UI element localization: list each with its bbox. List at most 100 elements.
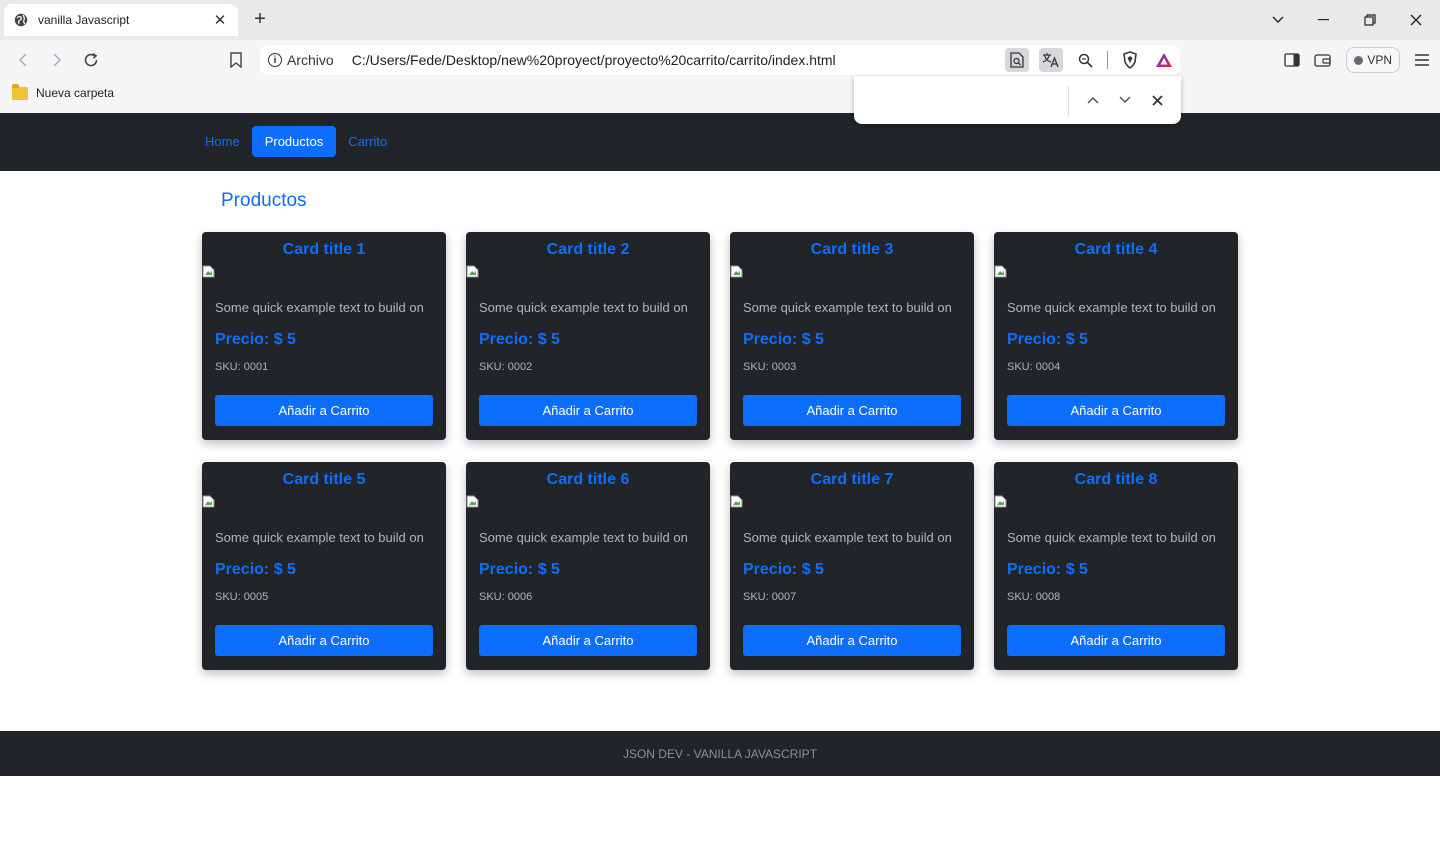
bookmark-folder[interactable]: Nueva carpeta bbox=[12, 83, 115, 100]
card-price: Precio: $ 5 bbox=[479, 331, 560, 348]
broken-image-icon bbox=[730, 265, 743, 278]
tab-strip: vanilla Javascript ✕ + bbox=[0, 0, 1440, 40]
close-icon[interactable]: ✕ bbox=[212, 11, 228, 29]
card-text: Some quick example text to build on bbox=[1007, 300, 1216, 315]
add-to-cart-button[interactable]: Añadir a Carrito bbox=[743, 625, 961, 656]
product-card: Card title 3 Some quick example text to … bbox=[730, 232, 974, 440]
bookmark-icon[interactable] bbox=[226, 50, 246, 70]
card-sku: SKU: 0006 bbox=[479, 591, 533, 603]
card-title: Card title 1 bbox=[282, 241, 366, 258]
new-tab-button[interactable]: + bbox=[250, 8, 270, 32]
product-card: Card title 1 Some quick example text to … bbox=[202, 232, 446, 440]
window-close-icon[interactable] bbox=[1404, 8, 1428, 32]
broken-image-icon bbox=[730, 495, 743, 508]
vpn-status-icon bbox=[1354, 55, 1364, 65]
add-to-cart-button[interactable]: Añadir a Carrito bbox=[215, 625, 433, 656]
card-text: Some quick example text to build on bbox=[743, 300, 952, 315]
card-text: Some quick example text to build on bbox=[479, 530, 688, 545]
add-to-cart-button[interactable]: Añadir a Carrito bbox=[479, 625, 697, 656]
card-price: Precio: $ 5 bbox=[215, 331, 296, 348]
card-text: Some quick example text to build on bbox=[743, 530, 952, 545]
site-footer: JSON DEV - VANILLA JAVASCRIPT bbox=[0, 731, 1440, 776]
find-close-icon[interactable] bbox=[1145, 88, 1169, 112]
card-sku: SKU: 0001 bbox=[215, 361, 269, 373]
globe-icon bbox=[14, 13, 28, 27]
card-text: Some quick example text to build on bbox=[215, 300, 424, 315]
bookmarks-bar: Nueva carpeta bbox=[0, 80, 1440, 113]
sidebar-icon[interactable] bbox=[1284, 53, 1300, 67]
card-price: Precio: $ 5 bbox=[743, 561, 824, 578]
browser-toolbar: i Archivo C:/Users/Fede/Desktop/new%20pr… bbox=[0, 40, 1440, 80]
card-price: Precio: $ 5 bbox=[1007, 331, 1088, 348]
add-to-cart-button[interactable]: Añadir a Carrito bbox=[1007, 625, 1225, 656]
product-card: Card title 5 Some quick example text to … bbox=[202, 462, 446, 670]
card-sku: SKU: 0004 bbox=[1007, 361, 1061, 373]
url-text[interactable]: C:/Users/Fede/Desktop/new%20proyect/proy… bbox=[352, 52, 836, 68]
find-input[interactable] bbox=[864, 86, 1064, 114]
product-card: Card title 2 Some quick example text to … bbox=[466, 232, 710, 440]
chevron-up-icon[interactable] bbox=[1081, 88, 1105, 112]
card-sku: SKU: 0002 bbox=[479, 361, 533, 373]
card-price: Precio: $ 5 bbox=[1007, 561, 1088, 578]
tab-title: vanilla Javascript bbox=[38, 13, 130, 27]
card-text: Some quick example text to build on bbox=[1007, 530, 1216, 545]
broken-image-icon bbox=[466, 265, 479, 278]
add-to-cart-button[interactable]: Añadir a Carrito bbox=[215, 395, 433, 426]
add-to-cart-button[interactable]: Añadir a Carrito bbox=[479, 395, 697, 426]
zoom-icon[interactable] bbox=[1073, 48, 1097, 72]
card-sku: SKU: 0008 bbox=[1007, 591, 1061, 603]
nav-link-carrito[interactable]: Carrito bbox=[338, 126, 397, 157]
card-sku: SKU: 0005 bbox=[215, 591, 269, 603]
nav-links: Home Productos Carrito bbox=[195, 126, 397, 157]
find-bar bbox=[854, 76, 1181, 124]
brave-rewards-icon[interactable] bbox=[1152, 48, 1176, 72]
card-title: Card title 7 bbox=[810, 471, 894, 488]
nav-link-home[interactable]: Home bbox=[195, 126, 250, 157]
broken-image-icon bbox=[994, 265, 1007, 278]
reload-icon[interactable] bbox=[79, 48, 103, 72]
product-card: Card title 6 Some quick example text to … bbox=[466, 462, 710, 670]
card-sku: SKU: 0007 bbox=[743, 591, 797, 603]
menu-icon[interactable] bbox=[1414, 54, 1430, 66]
card-title: Card title 2 bbox=[546, 241, 630, 258]
product-card: Card title 4 Some quick example text to … bbox=[994, 232, 1238, 440]
scheme-label: Archivo bbox=[287, 52, 334, 68]
card-title: Card title 5 bbox=[282, 471, 366, 488]
nav-link-productos[interactable]: Productos bbox=[251, 126, 337, 157]
minimize-icon[interactable] bbox=[1312, 8, 1336, 32]
back-icon[interactable] bbox=[11, 48, 35, 72]
card-text: Some quick example text to build on bbox=[479, 300, 688, 315]
product-grid: Card title 1 Some quick example text to … bbox=[202, 232, 1238, 670]
footer-text: JSON DEV - VANILLA JAVASCRIPT bbox=[622, 746, 818, 761]
broken-image-icon bbox=[994, 495, 1007, 508]
page-title: Productos bbox=[221, 190, 307, 211]
chevron-down-icon[interactable] bbox=[1113, 88, 1137, 112]
card-title: Card title 6 bbox=[546, 471, 630, 488]
brave-shield-icon[interactable] bbox=[1118, 48, 1142, 72]
forward-icon[interactable] bbox=[45, 48, 69, 72]
product-card: Card title 7 Some quick example text to … bbox=[730, 462, 974, 670]
add-to-cart-button[interactable]: Añadir a Carrito bbox=[743, 395, 961, 426]
toolbar-right: VPN bbox=[1284, 47, 1430, 73]
browser-tab[interactable]: vanilla Javascript ✕ bbox=[4, 4, 238, 36]
info-icon[interactable]: i bbox=[268, 53, 282, 67]
bookmark-folder-label: Nueva carpeta bbox=[36, 86, 115, 100]
vpn-button[interactable]: VPN bbox=[1346, 47, 1400, 73]
separator bbox=[1107, 51, 1108, 69]
restore-icon[interactable] bbox=[1358, 8, 1382, 32]
address-bar[interactable]: i Archivo C:/Users/Fede/Desktop/new%20pr… bbox=[260, 45, 1180, 75]
card-sku: SKU: 0003 bbox=[743, 361, 797, 373]
reader-mode-icon[interactable] bbox=[1005, 48, 1029, 72]
add-to-cart-button[interactable]: Añadir a Carrito bbox=[1007, 395, 1225, 426]
wallet-icon[interactable] bbox=[1314, 53, 1332, 67]
card-title: Card title 3 bbox=[810, 241, 894, 258]
tab-search-chevron-down-icon[interactable] bbox=[1266, 8, 1290, 32]
card-title: Card title 4 bbox=[1074, 241, 1158, 258]
card-price: Precio: $ 5 bbox=[743, 331, 824, 348]
folder-icon bbox=[12, 83, 28, 100]
broken-image-icon bbox=[202, 495, 215, 508]
card-title: Card title 8 bbox=[1074, 471, 1158, 488]
address-bar-actions bbox=[1005, 48, 1176, 72]
translate-icon[interactable] bbox=[1039, 48, 1063, 72]
card-price: Precio: $ 5 bbox=[215, 561, 296, 578]
